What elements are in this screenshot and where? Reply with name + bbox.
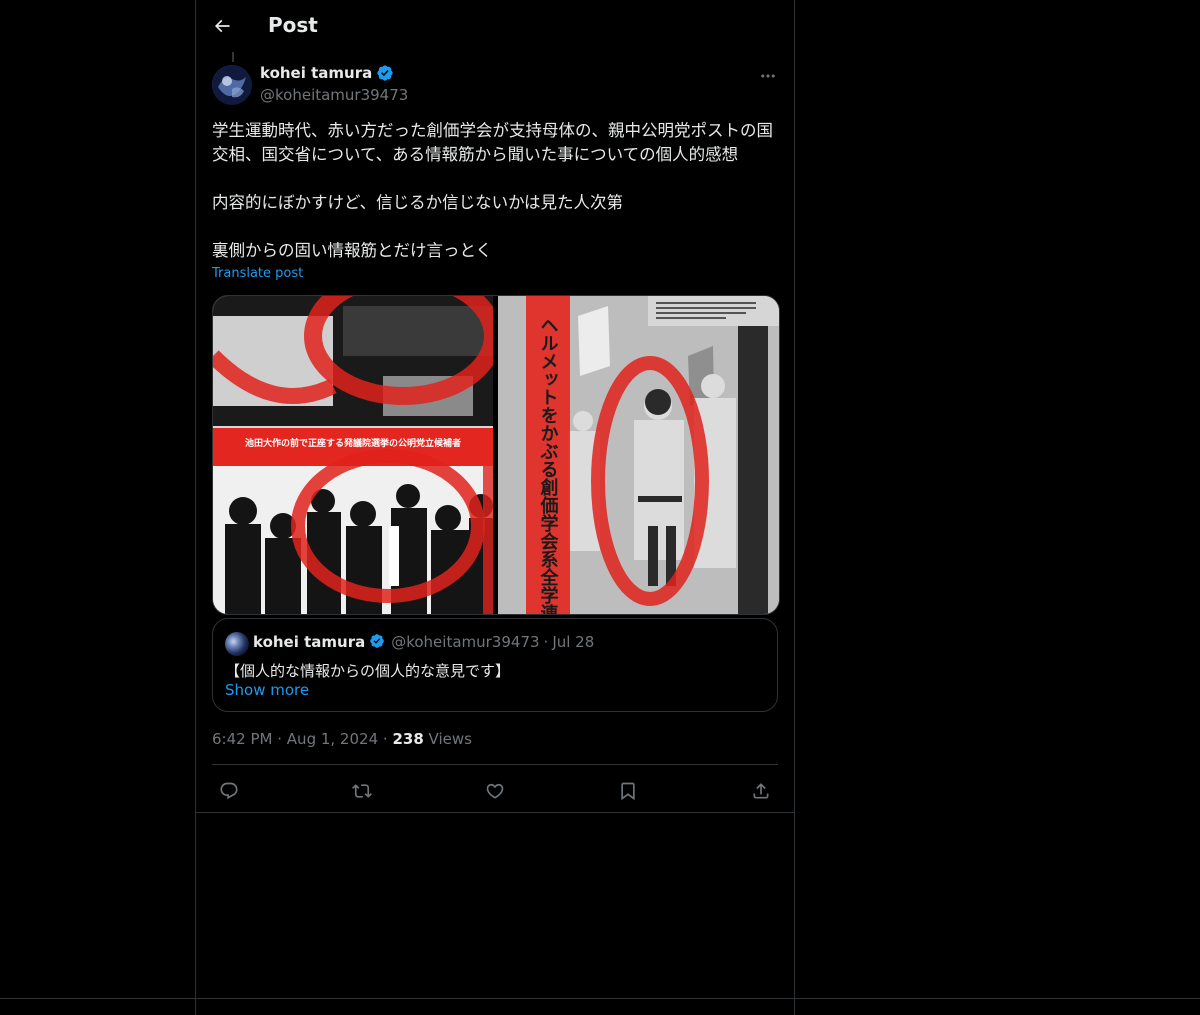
media-grid: 池田大作の前で正座する発議院選挙の公明党立候補者 ヘルメットをかぶる創価学会系全…: [212, 295, 780, 615]
more-options-button[interactable]: [756, 64, 780, 88]
translate-post-link[interactable]: Translate post: [212, 266, 303, 281]
like-icon: [485, 781, 505, 801]
bookmark-button[interactable]: [611, 774, 645, 808]
repost-icon: [352, 781, 372, 801]
quoted-avatar: [225, 632, 249, 656]
post-metadata: 6:42 PM · Aug 1, 2024 · 238 Views: [212, 730, 472, 748]
reply-icon: [219, 781, 239, 801]
post-header: Post: [196, 0, 794, 53]
author-name-text: kohei tamura: [260, 64, 373, 82]
reply-button[interactable]: [212, 774, 246, 808]
arrow-left-icon: [212, 16, 232, 36]
right-image-heading: ヘルメットをかぶる創価学会系全学連: [537, 316, 559, 614]
share-button[interactable]: [744, 774, 778, 808]
thread-line: [232, 52, 234, 62]
bookmark-icon: [618, 781, 638, 801]
back-button[interactable]: [204, 8, 240, 44]
post-time[interactable]: 6:42 PM: [212, 730, 272, 748]
like-button[interactable]: [478, 774, 512, 808]
page-title: Post: [268, 13, 318, 37]
views-count: 238: [392, 730, 424, 748]
media-image-left[interactable]: 池田大作の前で正座する発議院選挙の公明党立候補者: [213, 296, 495, 614]
page-bottom-border: [0, 998, 1200, 999]
repost-button[interactable]: [345, 774, 379, 808]
author-handle[interactable]: @koheitamur39473: [260, 86, 408, 104]
post-date[interactable]: Aug 1, 2024: [287, 730, 378, 748]
post-bottom-border: [196, 812, 794, 813]
meta-separator: ·: [382, 730, 388, 748]
left-image-caption: 池田大作の前で正座する発議院選挙の公明党立候補者: [245, 437, 461, 449]
author-name[interactable]: kohei tamura: [260, 64, 394, 82]
quoted-author-name: kohei tamura: [253, 633, 366, 651]
quoted-show-more-link[interactable]: Show more: [225, 681, 309, 699]
quoted-text: 【個人的な情報からの個人的な意見です】: [225, 662, 511, 680]
quoted-header: kohei tamura @koheitamur39473 · Jul 28: [253, 633, 594, 651]
action-bar: [212, 773, 778, 809]
share-icon: [751, 781, 771, 801]
post-text: 学生運動時代、赤い方だった創価学会が支持母体の、親中公明党ポストの国交相、国交省…: [212, 121, 773, 260]
quoted-date: Jul 28: [552, 633, 595, 651]
quoted-separator: ·: [543, 633, 549, 651]
quoted-handle: @koheitamur39473: [391, 633, 540, 651]
quoted-verified-badge-icon: [369, 633, 387, 651]
divider: [212, 764, 778, 765]
more-horizontal-icon: [759, 67, 777, 85]
post-column: Post kohei tamura @koheitamur39473 学生運動時…: [195, 0, 795, 1015]
meta-separator: ·: [277, 730, 283, 748]
avatar[interactable]: [212, 65, 252, 105]
media-image-right[interactable]: ヘルメットをかぶる創価学会系全学連: [497, 296, 779, 614]
views-label: Views: [428, 730, 472, 748]
verified-badge-icon: [376, 64, 394, 82]
quoted-post[interactable]: kohei tamura @koheitamur39473 · Jul 28 【…: [212, 618, 778, 712]
